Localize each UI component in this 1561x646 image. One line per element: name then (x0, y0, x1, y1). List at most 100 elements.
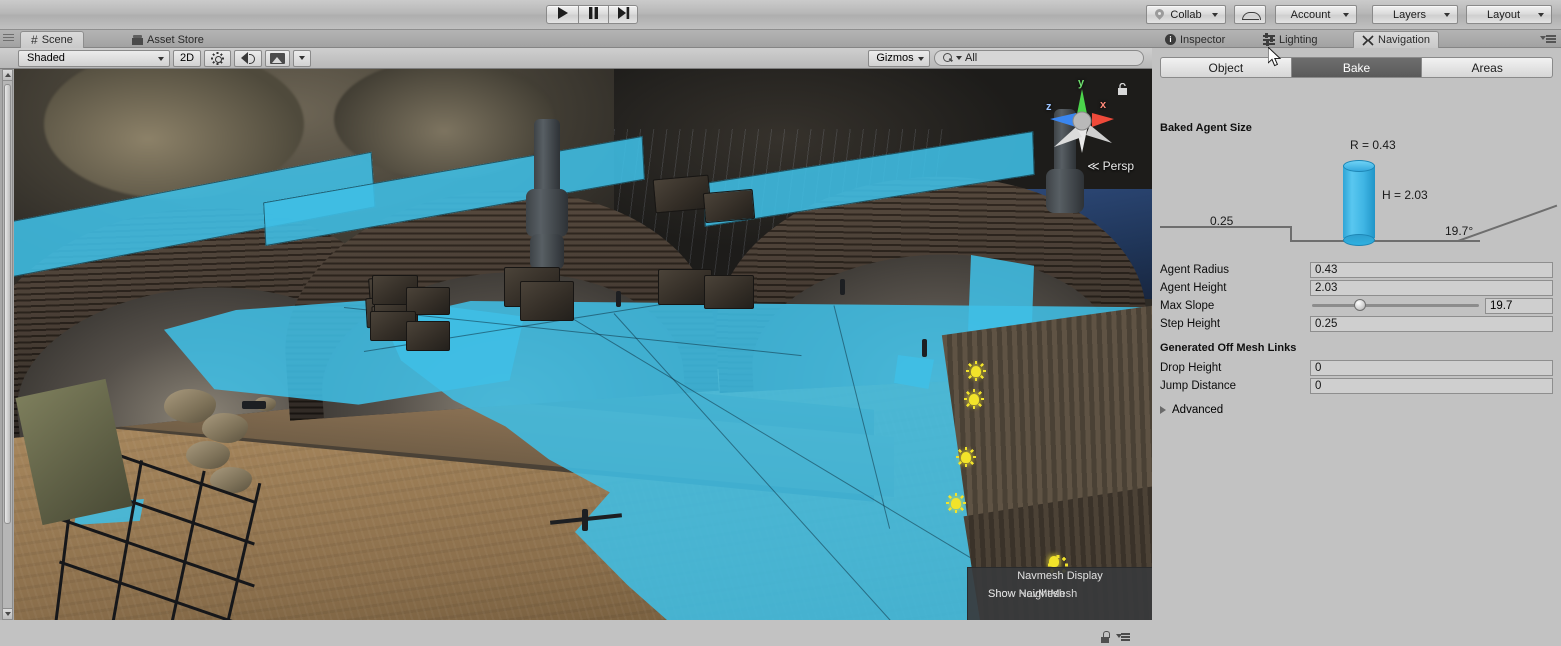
chevron-down-icon (1212, 12, 1218, 17)
step-button[interactable] (608, 5, 638, 24)
cloud-button[interactable] (1234, 5, 1266, 24)
scene-effects-toggle[interactable] (265, 49, 291, 67)
scene-scrollbar[interactable] (2, 69, 13, 620)
scroll-down-arrow[interactable] (2, 608, 13, 620)
agent-height-input[interactable]: 2.03 (1310, 279, 1553, 296)
navmesh-display-title: Navmesh Display (1017, 570, 1103, 582)
playback-controls (546, 5, 638, 24)
gizmo-lock-icon[interactable] (1117, 82, 1128, 95)
character-agent (840, 279, 845, 295)
chevron-down-icon (956, 56, 962, 60)
lighting-icon (1263, 33, 1275, 46)
unity-editor-window: Collab Account Layers Layout # Scene Ass… (0, 0, 1561, 643)
diagram-ground-line-2 (1412, 240, 1480, 242)
agent-radius-input[interactable]: 0.43 (1310, 261, 1553, 278)
tab-inspector-label: Inspector (1180, 33, 1226, 46)
panel-menu-icon[interactable] (1540, 34, 1556, 44)
store-icon (132, 34, 143, 45)
audio-icon (241, 52, 256, 64)
scene-view-toolbar: Shaded 2D Gizmos All (0, 48, 1152, 69)
tab-bake[interactable]: Bake (1291, 57, 1423, 78)
drop-height-input[interactable]: 0 (1310, 359, 1553, 376)
show-heightmesh-label: Show HeightMesh (988, 587, 1078, 600)
scene-projection-label[interactable]: ≪ Persp (1087, 159, 1134, 173)
account-button[interactable]: Account (1275, 5, 1357, 24)
pause-button[interactable] (578, 5, 608, 24)
scene-effects-dropdown[interactable] (293, 49, 312, 67)
2d-toggle-button[interactable]: 2D (173, 49, 202, 67)
tab-lighting[interactable]: Lighting (1255, 31, 1326, 48)
scene-search-input[interactable]: All (934, 50, 1144, 66)
tab-scene-label: Scene (41, 34, 73, 46)
fuel-tank (526, 189, 568, 237)
light-gizmo[interactable] (956, 447, 976, 467)
tab-scene[interactable]: # Scene (20, 31, 84, 48)
light-gizmo[interactable] (946, 493, 966, 513)
layers-button[interactable]: Layers (1372, 5, 1458, 24)
account-label: Account (1290, 8, 1331, 21)
cloud-icon (1242, 9, 1261, 20)
step-height-input[interactable]: 0.25 (1310, 315, 1553, 332)
show-heightmesh-row[interactable]: Show HeightMesh (976, 585, 1152, 602)
agent-radius-row: Agent Radius 0.43 (1160, 261, 1553, 278)
scrollbar-thumb[interactable] (4, 84, 11, 524)
agent-height-label: Agent Height (1160, 281, 1227, 294)
chevron-down-icon (1538, 12, 1544, 17)
draw-mode-dropdown[interactable]: Shaded (18, 49, 170, 67)
crate-prop (702, 188, 756, 224)
dock-grip-icon[interactable] (3, 34, 14, 44)
gizmo-x-label: x (1100, 99, 1107, 111)
scene-search-area: Gizmos All (865, 49, 1152, 67)
layout-button[interactable]: Layout (1466, 5, 1552, 24)
scroll-up-arrow[interactable] (2, 69, 13, 81)
advanced-foldout[interactable]: Advanced (1160, 404, 1223, 416)
character-agent (616, 291, 621, 307)
layers-label: Layers (1392, 8, 1427, 21)
play-button[interactable] (546, 5, 578, 24)
chevron-down-icon (299, 56, 306, 60)
max-slope-row: Max Slope 19.7 (1160, 297, 1553, 314)
jump-distance-input[interactable]: 0 (1310, 377, 1553, 394)
crate-prop (520, 281, 574, 321)
collab-button[interactable]: Collab (1146, 5, 1226, 24)
collab-icon (1154, 9, 1165, 21)
light-gizmo[interactable] (966, 361, 986, 381)
chevron-down-icon (158, 56, 164, 61)
rock-prop (202, 413, 248, 443)
tab-areas[interactable]: Areas (1422, 57, 1554, 78)
light-gizmo[interactable] (964, 389, 984, 409)
drop-height-row: Drop Height 0 (1160, 359, 1553, 376)
scene-audio-toggle[interactable] (234, 49, 263, 67)
tab-object[interactable]: Object (1160, 57, 1292, 78)
diagram-radius-label: R = 0.43 (1350, 138, 1396, 152)
fuel-tank (530, 234, 564, 270)
crate-prop (406, 321, 450, 351)
jump-distance-label: Jump Distance (1160, 379, 1237, 392)
scene-view-viewport[interactable]: y x z ≪ Persp Navmesh Display Show NavMes… (14, 69, 1152, 620)
agent-radius-label: Agent Radius (1160, 263, 1230, 276)
tab-asset-store[interactable]: Asset Store (122, 31, 214, 48)
agent-height-row: Agent Height 2.03 (1160, 279, 1553, 296)
navmesh-surface (894, 355, 934, 389)
play-icon (556, 7, 569, 22)
step-icon (617, 7, 630, 22)
scene-lighting-toggle[interactable] (204, 49, 232, 67)
diagram-height-label: H = 2.03 (1382, 188, 1428, 202)
lock-icon[interactable] (1100, 631, 1110, 643)
chevron-right-icon (1160, 406, 1166, 414)
tab-navigation[interactable]: Navigation (1353, 31, 1439, 48)
chevron-down-icon (1343, 12, 1349, 17)
max-slope-input[interactable]: 19.7 (1485, 297, 1553, 314)
gizmos-dropdown[interactable]: Gizmos (868, 49, 930, 67)
off-mesh-links-heading: Generated Off Mesh Links (1160, 342, 1297, 354)
draw-mode-label: Shaded (27, 52, 65, 64)
menu-icon[interactable] (1116, 632, 1130, 642)
diagram-step-upper-line (1160, 226, 1292, 228)
search-icon (943, 52, 954, 64)
tab-inspector[interactable]: i Inspector (1157, 31, 1233, 48)
advanced-label: Advanced (1172, 404, 1224, 416)
max-slope-label: Max Slope (1160, 299, 1215, 312)
character-agent (922, 339, 927, 357)
max-slope-slider[interactable] (1312, 299, 1479, 311)
slider-knob[interactable] (1354, 299, 1367, 311)
